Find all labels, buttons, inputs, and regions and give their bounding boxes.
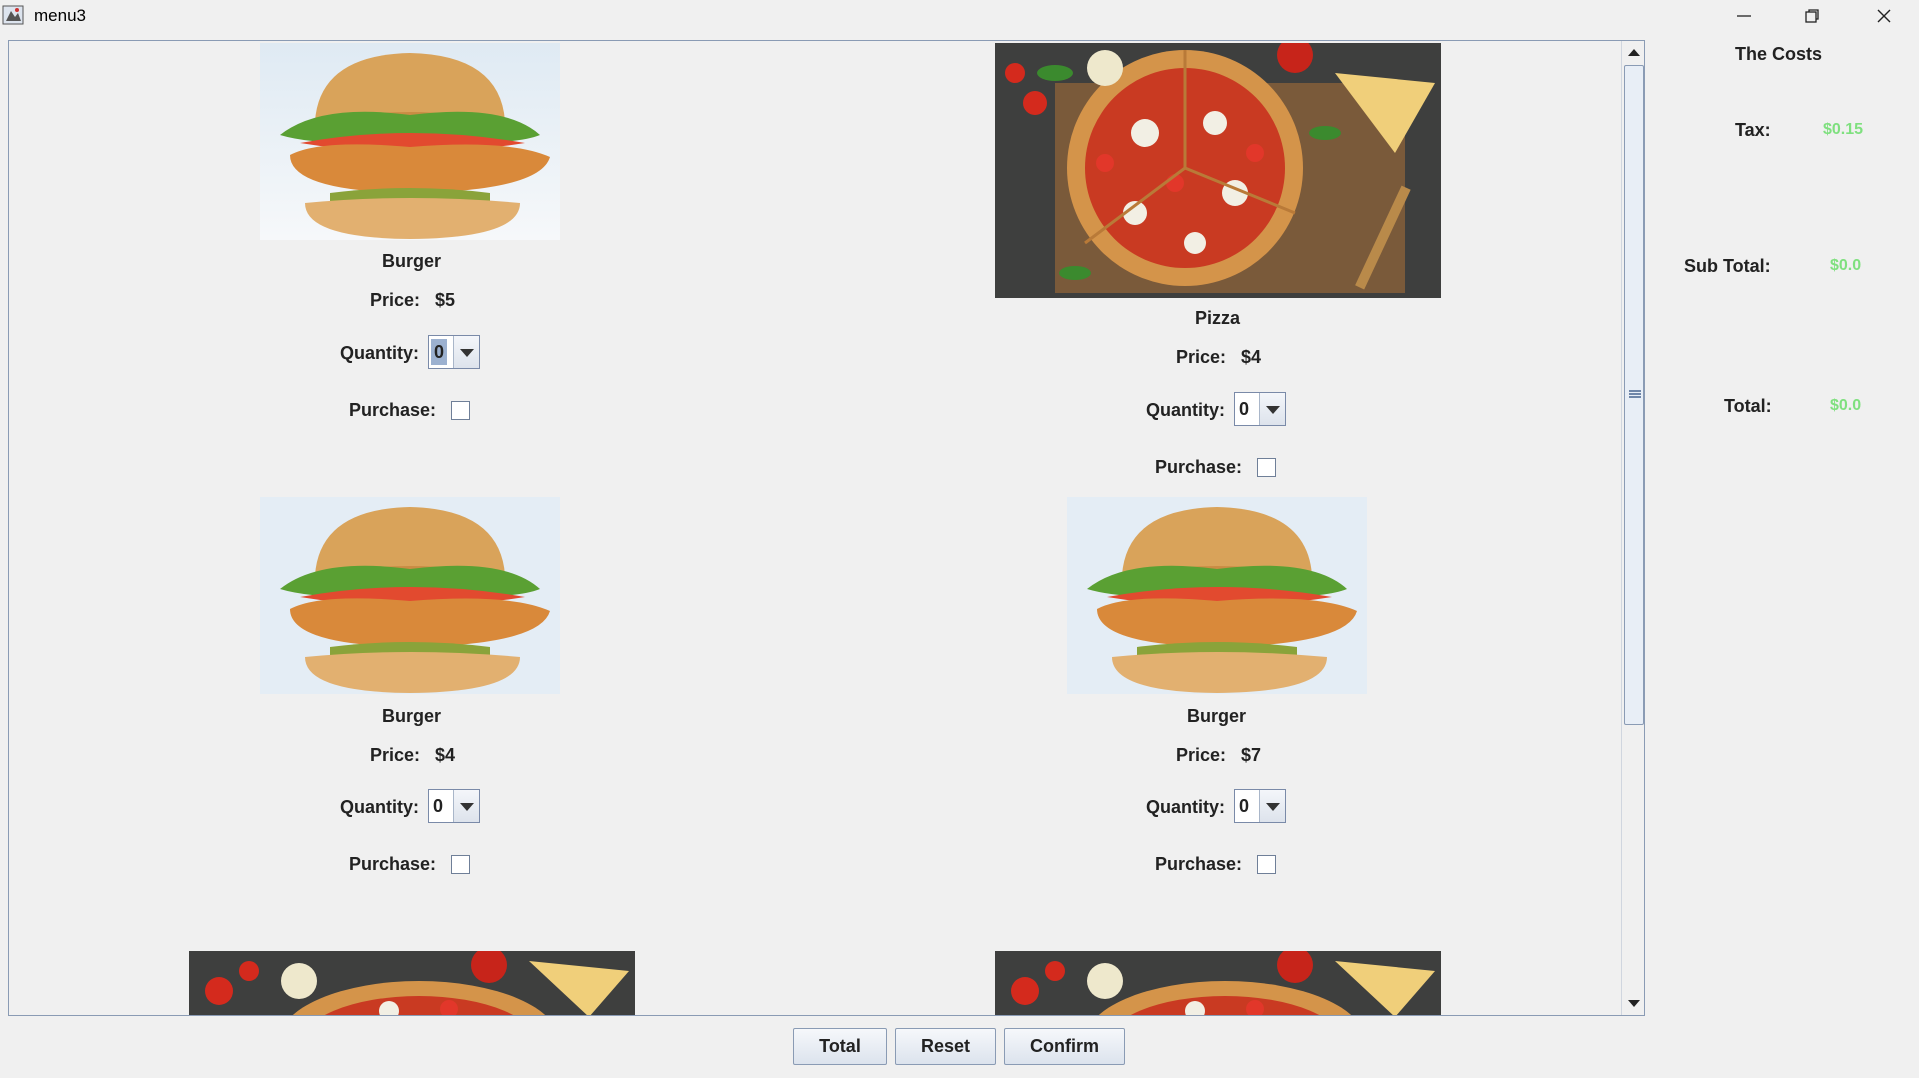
burger-image [260,497,560,694]
quantity-label: Quantity: [340,343,419,363]
price-value: $5 [435,290,456,310]
pizza-image [995,43,1441,298]
scrollbar-thumb[interactable] [1624,65,1644,725]
price-label: Price: [1176,347,1227,367]
price-value: $7 [1241,745,1262,765]
purchase-label: Purchase: [349,400,437,420]
window-title: menu3 [34,6,86,25]
burger-image [1067,497,1367,694]
chevron-down-icon[interactable] [453,336,479,368]
costs-panel: The Costs Tax: $0.15 Sub Total: $0.0 Tot… [1645,40,1919,1016]
chevron-down-icon[interactable] [453,790,479,822]
quantity-label: Quantity: [340,797,419,817]
quantity-dropdown[interactable]: 0 [1234,392,1286,426]
total-value: $0.0 [1830,397,1862,414]
burger-image [260,43,560,240]
price-label: Price: [1176,745,1227,765]
item-name: Burger [382,706,442,726]
quantity-label: Quantity: [1146,400,1225,420]
costs-title: The Costs [1735,44,1823,64]
confirm-button[interactable]: Confirm [1004,1028,1125,1065]
subtotal-label: Sub Total: [1684,256,1771,276]
tax-label: Tax: [1735,120,1771,140]
purchase-checkbox[interactable] [1257,855,1276,874]
total-button[interactable]: Total [793,1028,887,1065]
minimize-icon [1737,15,1751,17]
reset-button[interactable]: Reset [895,1028,996,1065]
price-label: Price: [370,290,421,310]
purchase-label: Purchase: [1155,854,1243,874]
scroll-up-button[interactable] [1624,43,1644,63]
scroll-down-button[interactable] [1624,993,1644,1013]
quantity-value: 0 [431,339,448,365]
menu-scroll-pane[interactable]: Burger Price: $5 Quantity: 0 Purchase: P… [8,40,1645,1016]
quantity-label: Quantity: [1146,797,1225,817]
minimize-button[interactable] [1710,0,1778,33]
quantity-value: 0 [433,796,444,816]
price-value: $4 [1241,347,1262,367]
purchase-checkbox[interactable] [1257,458,1276,477]
quantity-dropdown[interactable]: 0 [1234,789,1286,823]
quantity-value: 0 [1239,796,1250,816]
price-value: $4 [435,745,456,765]
item-name: Burger [1187,706,1247,726]
pizza-image [995,951,1441,1015]
price-label: Price: [370,745,421,765]
chevron-down-icon[interactable] [1259,393,1285,425]
grip-icon [1629,390,1641,398]
title-bar: menu3 [0,0,1919,33]
java-app-icon [2,4,24,26]
purchase-checkbox[interactable] [451,855,470,874]
total-label: Total: [1724,396,1772,416]
item-name: Burger [382,251,442,271]
tax-value: $0.15 [1823,121,1864,138]
quantity-value: 0 [1239,399,1250,419]
vertical-scrollbar[interactable] [1621,41,1644,1015]
arrow-up-icon [1628,49,1640,56]
purchase-label: Purchase: [1155,457,1243,477]
item-name: Pizza [1195,308,1241,328]
purchase-label: Purchase: [349,854,437,874]
restore-icon [1805,9,1819,23]
quantity-dropdown[interactable]: 0 [428,335,480,369]
arrow-down-icon [1628,1000,1640,1007]
chevron-down-icon[interactable] [1259,790,1285,822]
close-button[interactable] [1850,0,1918,33]
pizza-image [189,951,635,1015]
close-icon [1877,9,1891,23]
restore-button[interactable] [1778,0,1846,33]
purchase-checkbox[interactable] [451,401,470,420]
quantity-dropdown[interactable]: 0 [428,789,480,823]
subtotal-value: $0.0 [1830,257,1862,274]
